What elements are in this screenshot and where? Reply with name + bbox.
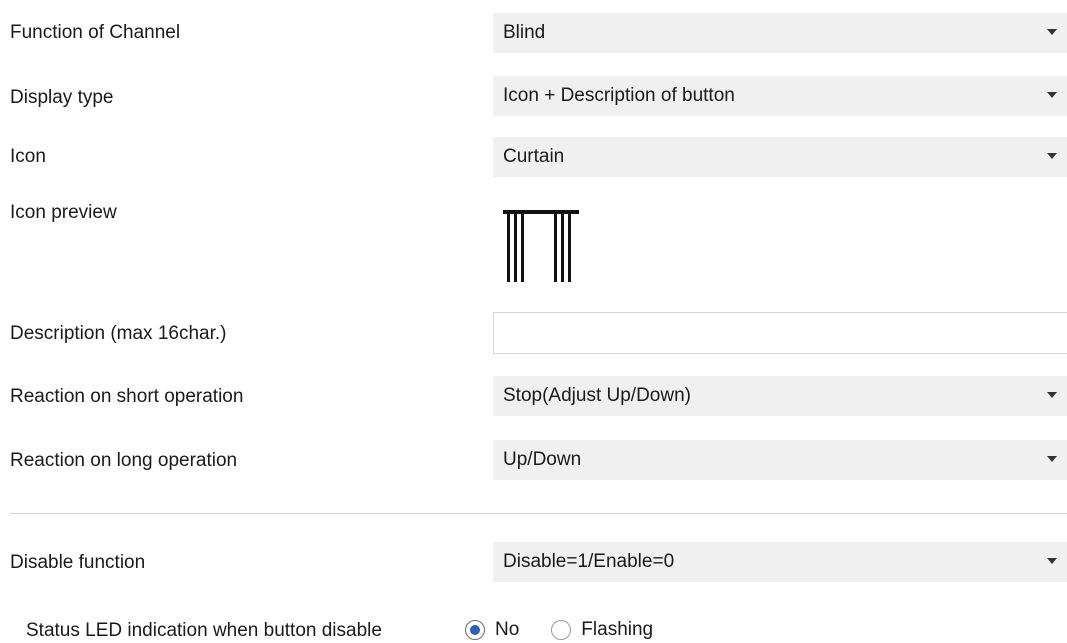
description-label: Description (max 16char.) — [10, 323, 227, 344]
display-type-label: Display type — [10, 87, 114, 108]
reaction-short-select[interactable]: Stop(Adjust Up/Down) — [493, 376, 1067, 416]
status-led-option-no-label: No — [495, 619, 520, 640]
reaction-short-value: Stop(Adjust Up/Down) — [503, 385, 691, 406]
dropdown-arrow-icon — [1047, 456, 1057, 462]
display-type-select[interactable]: Icon + Description of button — [493, 76, 1067, 116]
status-led-option-no[interactable]: No — [465, 618, 519, 642]
radio-unchecked-icon[interactable] — [551, 620, 572, 640]
display-type-value: Icon + Description of button — [503, 85, 735, 106]
reaction-long-select[interactable]: Up/Down — [493, 440, 1067, 480]
disable-function-value: Disable=1/Enable=0 — [503, 551, 675, 572]
dropdown-arrow-icon — [1047, 558, 1057, 564]
function-of-channel-value: Blind — [503, 22, 546, 43]
dropdown-arrow-icon — [1047, 29, 1057, 35]
function-of-channel-select[interactable]: Blind — [493, 13, 1067, 53]
disable-function-select[interactable]: Disable=1/Enable=0 — [493, 542, 1067, 582]
status-led-option-flashing[interactable]: Flashing — [551, 618, 653, 642]
radio-checked-icon[interactable] — [465, 620, 485, 640]
status-led-label: Status LED indication when button disabl… — [26, 620, 382, 641]
status-led-option-flashing-label: Flashing — [581, 619, 654, 640]
icon-label: Icon — [10, 146, 46, 167]
dropdown-arrow-icon — [1047, 392, 1057, 398]
section-divider — [10, 513, 1067, 514]
status-led-radio-group: No Flashing — [465, 617, 653, 643]
icon-value: Curtain — [503, 146, 565, 167]
function-of-channel-label: Function of Channel — [10, 22, 181, 43]
reaction-short-label: Reaction on short operation — [10, 386, 244, 407]
icon-preview-label: Icon preview — [10, 202, 117, 223]
reaction-long-value: Up/Down — [503, 449, 582, 470]
disable-function-label: Disable function — [10, 552, 146, 573]
dropdown-arrow-icon — [1047, 92, 1057, 98]
description-input[interactable] — [493, 312, 1067, 354]
icon-select[interactable]: Curtain — [493, 137, 1067, 177]
reaction-long-label: Reaction on long operation — [10, 450, 238, 471]
curtain-icon — [503, 210, 583, 291]
dropdown-arrow-icon — [1047, 153, 1057, 159]
